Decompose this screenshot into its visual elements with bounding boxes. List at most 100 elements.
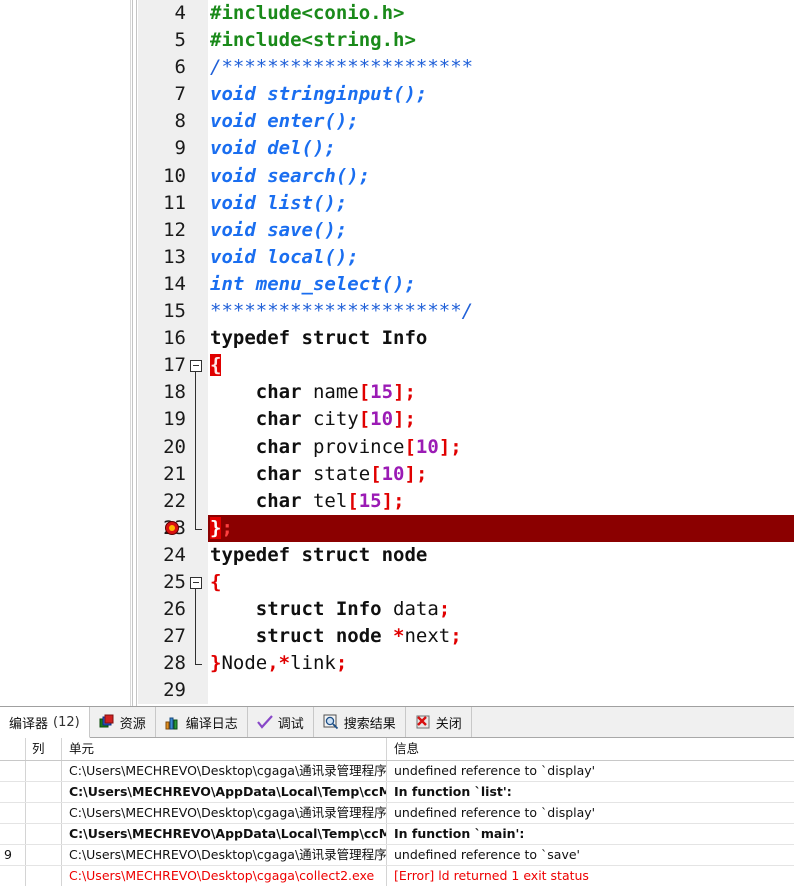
compiler-message-table[interactable]: 列 单元 信息 C:\Users\MECHREVO\Desktop\cgaga\…: [0, 738, 794, 886]
fold-marker: [189, 514, 208, 542]
code-line[interactable]: 21 char state[10];: [138, 460, 794, 488]
code-line[interactable]: 23};: [138, 514, 794, 542]
fold-marker: [189, 460, 208, 488]
column-header-col: 列: [26, 738, 62, 760]
code-line[interactable]: 28}Node,*link;: [138, 650, 794, 678]
cell-unit: C:\Users\MECHREVO\Desktop\cgaga\通讯录管理程序.…: [62, 803, 387, 823]
fold-collapse-icon[interactable]: [190, 576, 202, 589]
ide-window: 4 #include<conio.h> 5 #include<string.h> 6/*…: [0, 0, 794, 886]
editor-splitter[interactable]: [132, 0, 137, 706]
code-line[interactable]: 27 struct node *next;: [138, 623, 794, 651]
code-token: data: [393, 598, 439, 621]
bottom-tab-1[interactable]: 编译器 (12): [0, 707, 90, 738]
cell-message: In function `list':: [394, 784, 512, 799]
bottom-tab-5[interactable]: 搜索结果: [314, 707, 406, 737]
line-number: 13: [138, 243, 208, 271]
code-line[interactable]: 7 void stringinput();: [138, 81, 794, 109]
table-body: C:\Users\MECHREVO\Desktop\cgaga\通讯录管理程序.…: [0, 761, 794, 886]
code-line[interactable]: 9 void del();: [138, 135, 794, 163]
code-line-text: struct node *next;: [208, 623, 794, 650]
code-line[interactable]: 22 char tel[15];: [138, 487, 794, 515]
line-number: 9: [138, 135, 208, 163]
code-line[interactable]: 17{: [138, 352, 794, 400]
code-line[interactable]: 25{: [138, 568, 794, 617]
table-row[interactable]: C:\Users\MECHREVO\AppData\Local\Temp\ccM…: [0, 782, 794, 803]
fold-marker[interactable]: [189, 569, 208, 617]
fold-marker: [189, 623, 208, 651]
code-line[interactable]: 14 int menu_select();: [138, 270, 794, 299]
fold-marker: [189, 406, 208, 434]
code-token: name: [312, 381, 359, 404]
code-line[interactable]: 4 #include<conio.h>: [138, 0, 794, 28]
line-number: 4: [138, 0, 208, 28]
code-line[interactable]: 10 void search();: [138, 162, 794, 190]
fold-guide-line: [195, 460, 196, 488]
bottom-tab-label: 编译日志: [185, 716, 238, 732]
bottom-panel-tabbar: 编译器 (12) 资源 编译日志 调试 搜索结果 关闭: [0, 707, 794, 738]
code-token: 15: [370, 381, 394, 404]
code-line[interactable]: 16 typedef struct Info: [138, 325, 794, 353]
code-token: ];: [438, 435, 462, 458]
code-line[interactable]: 12 void save();: [138, 216, 794, 244]
fold-marker[interactable]: [189, 352, 208, 400]
code-line-text: **********************/: [208, 298, 794, 325]
cell-unit: C:\Users\MECHREVO\AppData\Local\Temp\ccM…: [62, 782, 387, 802]
code-line[interactable]: 24 typedef struct node: [138, 541, 794, 569]
code-line[interactable]: 5 #include<string.h>: [138, 27, 794, 55]
bottom-tab-4[interactable]: 调试: [248, 707, 314, 737]
code-line[interactable]: 8 void enter();: [138, 108, 794, 136]
cell-column: [26, 824, 62, 844]
code-line[interactable]: 19 char city[10];: [138, 406, 794, 434]
code-token: {: [210, 570, 222, 593]
table-row[interactable]: C:\Users\MECHREVO\AppData\Local\Temp\ccM…: [0, 824, 794, 845]
cell-line: 9: [0, 845, 26, 865]
code-line[interactable]: 6/**********************: [138, 54, 794, 82]
cell-line: [0, 866, 26, 886]
cell-message: In function `main':: [394, 826, 525, 841]
table-header-row: 列 单元 信息: [0, 738, 794, 761]
code-line-text: void stringinput();: [208, 81, 794, 108]
error-marker-icon[interactable]: [165, 520, 179, 535]
code-line-text: #include<conio.h>: [208, 0, 794, 27]
table-row[interactable]: 9 C:\Users\MECHREVO\Desktop\cgaga\通讯录管理程序…: [0, 845, 794, 866]
fold-guide-line: [195, 487, 196, 515]
cell-line: [0, 803, 26, 823]
code-token: char: [210, 408, 313, 431]
bottom-tab-2[interactable]: 资源: [90, 707, 156, 737]
fold-collapse-icon[interactable]: [190, 360, 202, 373]
code-line-text: char state[10];: [208, 461, 794, 488]
cell-line: [0, 782, 26, 802]
code-line[interactable]: 29: [138, 677, 794, 705]
code-line-text: void list();: [208, 190, 794, 217]
table-row[interactable]: C:\Users\MECHREVO\Desktop\cgaga\通讯录管理程序.…: [0, 761, 794, 782]
table-row[interactable]: C:\Users\MECHREVO\Desktop\cgaga\collect2…: [0, 866, 794, 886]
code-token: void list();: [210, 191, 348, 214]
fold-marker: [189, 379, 208, 407]
code-token: [: [347, 489, 359, 512]
code-token: next: [404, 625, 451, 648]
code-line-text: void local();: [208, 244, 794, 271]
code-token: char: [210, 381, 313, 404]
code-token: typedef struct Info: [210, 327, 428, 350]
column-header-message: 信息: [394, 741, 420, 756]
code-line[interactable]: 18 char name[15];: [138, 379, 794, 407]
code-line[interactable]: 11 void list();: [138, 189, 794, 217]
code-token: link: [290, 652, 336, 675]
code-token: }: [210, 652, 222, 675]
line-number: 16: [138, 325, 208, 353]
code-line-text: char name[15];: [208, 379, 794, 406]
code-line[interactable]: 15 **********************/: [138, 298, 794, 326]
table-row[interactable]: C:\Users\MECHREVO\Desktop\cgaga\通讯录管理程序.…: [0, 803, 794, 824]
code-token: #include<conio.h>: [210, 2, 405, 24]
bottom-tab-3[interactable]: 编译日志: [156, 707, 248, 737]
code-line[interactable]: 20 char province[10];: [138, 433, 794, 461]
code-line[interactable]: 13 void local();: [138, 243, 794, 271]
code-line-text: void search();: [208, 163, 794, 190]
bottom-tab-label: 关闭: [435, 716, 462, 732]
code-viewport[interactable]: 4 #include<conio.h> 5 #include<string.h> 6/*…: [138, 0, 794, 706]
bottom-tab-6[interactable]: 关闭: [406, 707, 472, 737]
code-line-text: [208, 677, 794, 704]
fold-guide-line: [195, 596, 196, 624]
code-line[interactable]: 26 struct Info data;: [138, 596, 794, 624]
code-token: ];: [404, 462, 428, 485]
